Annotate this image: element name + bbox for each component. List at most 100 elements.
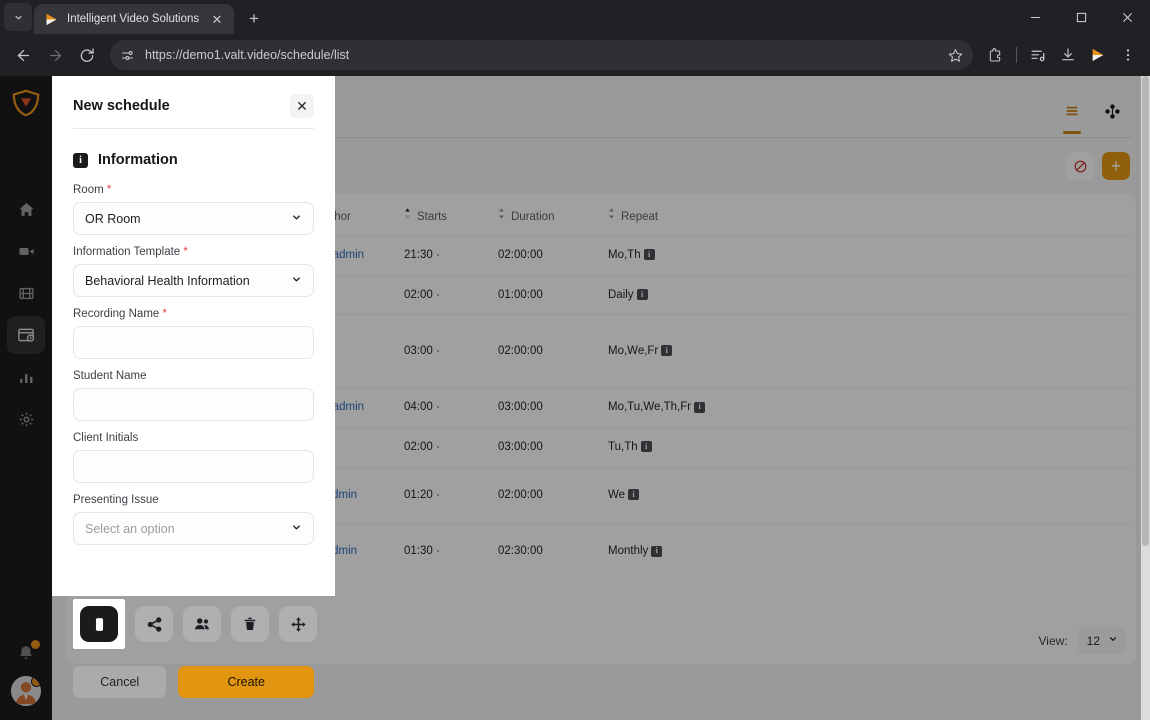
select-control[interactable]: Select an option <box>73 512 314 545</box>
sidebar-item-video[interactable] <box>7 232 45 270</box>
select-control[interactable]: Behavioral Health Information <box>73 264 314 297</box>
valt-shield-logo[interactable] <box>11 88 41 118</box>
window-close-icon[interactable] <box>1104 0 1150 34</box>
downloads-icon[interactable] <box>1054 41 1082 69</box>
repeat-info-icon[interactable]: i <box>640 441 652 453</box>
cell-starts: 01:20 ·03/19/2025 <box>398 466 492 524</box>
page-size-select[interactable]: 12 <box>1076 627 1126 654</box>
sidebar-item-home[interactable] <box>7 190 45 228</box>
start-time: 04:00 · <box>404 401 440 414</box>
grid-view-button[interactable] <box>1100 96 1124 126</box>
tab-search-dropdown-button[interactable] <box>4 3 32 31</box>
sidebar-item-schedule[interactable] <box>7 316 45 354</box>
minimize-icon[interactable] <box>1012 0 1058 34</box>
sidebar-bottom <box>11 640 41 720</box>
step-tab-delete[interactable] <box>231 606 269 642</box>
chrome-menu-icon[interactable] <box>1114 41 1142 69</box>
scrollbar-thumb[interactable] <box>1142 76 1149 546</box>
step-tab-attendees[interactable] <box>183 606 221 642</box>
column-header-repeat[interactable]: Repeat <box>602 194 1130 236</box>
cell-starts: 03:00 ·03/14/2025 <box>398 314 492 388</box>
page-size-value: 12 <box>1086 633 1100 648</box>
cell-starts: 02:00 ·03/14/2025 <box>398 274 492 315</box>
cell-repeat: Mo,Tu,We,Th,Fr i <box>602 387 1130 428</box>
sort-icon <box>608 208 616 222</box>
view-toggle-group <box>1060 96 1128 134</box>
cell-duration: 03:00:00 <box>492 387 602 428</box>
repeat-text: Mo,Th <box>608 249 641 261</box>
repeat-info-icon[interactable]: i <box>694 401 706 413</box>
address-bar[interactable]: https://demo1.valt.video/schedule/list <box>110 40 973 70</box>
field-label: Client Initials <box>73 432 139 444</box>
section-header: i Information <box>73 152 314 168</box>
repeat-info-icon[interactable]: i <box>643 249 655 261</box>
app-sidebar <box>0 76 52 720</box>
text-input[interactable] <box>73 326 314 359</box>
sidebar-nav <box>7 190 45 438</box>
repeat-info-icon[interactable]: i <box>661 345 673 357</box>
field-value: Select an option <box>85 521 175 536</box>
required-asterisk: * <box>106 184 112 196</box>
cancel-button[interactable]: Cancel <box>73 666 167 698</box>
column-header-duration[interactable]: Duration <box>492 194 602 236</box>
close-icon[interactable]: ✕ <box>290 94 314 118</box>
cell-duration: 03:00:00 <box>492 427 602 468</box>
column-header-starts[interactable]: Starts <box>398 194 492 236</box>
repeat-info-icon[interactable]: i <box>628 489 640 501</box>
tab-strip: Intelligent Video Solutions ✕ + <box>0 0 1150 34</box>
step-tab-wrapper <box>183 606 221 642</box>
create-button[interactable]: Create <box>178 666 314 698</box>
list-view-button[interactable] <box>1060 96 1084 134</box>
field-label: Recording Name * <box>73 308 167 320</box>
site-settings-icon[interactable] <box>120 48 135 63</box>
valt-extension-icon[interactable] <box>1084 41 1112 69</box>
close-icon[interactable]: ✕ <box>208 10 226 28</box>
step-tab-information[interactable] <box>80 606 118 642</box>
column-label: Repeat <box>621 211 659 223</box>
panel-step-tabs <box>52 596 335 649</box>
form-field-room: Room * OR Room <box>73 184 314 235</box>
cell-starts: 01:30 ·04/10/2025 <box>398 523 492 580</box>
step-tab-wrapper <box>279 606 317 642</box>
back-icon[interactable] <box>8 40 38 70</box>
text-input[interactable] <box>73 450 314 483</box>
cell-duration: 02:00:00 <box>492 314 602 388</box>
sidebar-item-settings[interactable] <box>7 400 45 438</box>
page-scrollbar[interactable] <box>1141 76 1150 720</box>
repeat-text: Tu,Th <box>608 441 638 454</box>
bookmark-star-icon[interactable] <box>948 48 963 63</box>
repeat-info-icon[interactable]: i <box>651 545 663 557</box>
repeat-info-icon[interactable]: i <box>636 288 648 300</box>
web-app: Schedule Searc <box>0 76 1150 720</box>
forward-icon[interactable] <box>40 40 70 70</box>
new-tab-button[interactable]: + <box>240 4 268 32</box>
add-schedule-button[interactable]: + <box>1102 152 1130 180</box>
form-field-presenting-issue: Presenting Issue Select an option <box>73 494 314 545</box>
reading-list-icon[interactable] <box>1024 41 1052 69</box>
section-title: Information <box>98 152 178 168</box>
browser-tab[interactable]: Intelligent Video Solutions ✕ <box>34 4 234 34</box>
step-tab-wrapper <box>135 606 173 642</box>
user-avatar[interactable] <box>11 676 41 706</box>
block-filter-button[interactable] <box>1066 152 1094 180</box>
start-time: 01:30 · <box>404 545 440 558</box>
sidebar-item-media[interactable] <box>7 274 45 312</box>
step-tab-share[interactable] <box>135 606 173 642</box>
sidebar-item-reports[interactable] <box>7 358 45 396</box>
extensions-icon[interactable] <box>981 41 1009 69</box>
select-control[interactable]: OR Room <box>73 202 314 235</box>
cell-starts: 02:00 ·03/18/2025 <box>398 427 492 468</box>
bell-icon[interactable] <box>13 640 40 666</box>
cell-duration: 02:00:00 <box>492 235 602 276</box>
text-input[interactable] <box>73 388 314 421</box>
info-square-icon <box>91 616 108 633</box>
chevron-down-icon <box>291 522 302 536</box>
cell-repeat: Mo,Th i <box>602 235 1130 276</box>
cell-starts: 04:00 ·03/14/2025 <box>398 387 492 428</box>
maximize-icon[interactable] <box>1058 0 1104 34</box>
step-tab-move[interactable] <box>279 606 317 642</box>
browser-toolbar: https://demo1.valt.video/schedule/list <box>0 34 1150 76</box>
browser-window: Intelligent Video Solutions ✕ + https://… <box>0 0 1150 720</box>
reload-icon[interactable] <box>72 40 102 70</box>
step-tab-wrapper <box>231 606 269 642</box>
